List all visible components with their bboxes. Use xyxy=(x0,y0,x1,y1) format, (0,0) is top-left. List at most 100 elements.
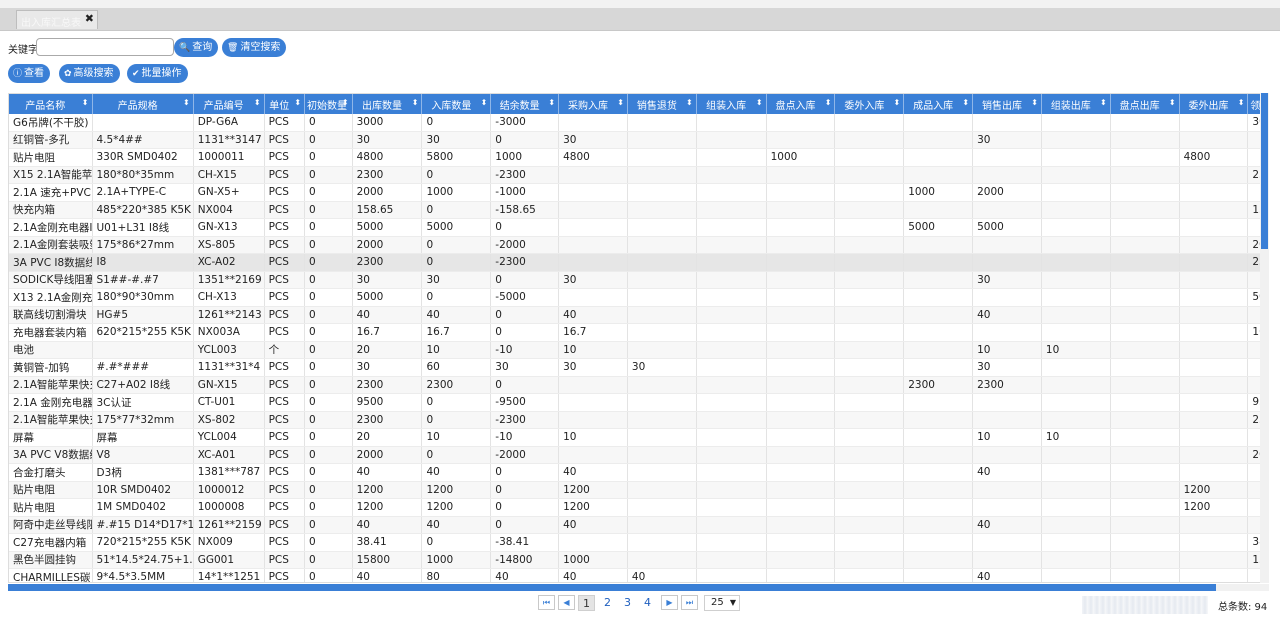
table-cell: 1131**3147 xyxy=(193,131,265,149)
horizontal-scroll-thumb[interactable] xyxy=(8,584,1216,591)
sort-icon[interactable]: ⬍ xyxy=(342,98,349,107)
table-row[interactable]: 2.1A智能苹果快充 175*77*32mm XS-802 PCS 0 2300 0 -230… xyxy=(9,411,1268,429)
page-2[interactable]: 2 xyxy=(599,595,616,611)
column-header[interactable]: 成品入库 ⬍ xyxy=(903,94,974,114)
next-page-button[interactable]: ▶ xyxy=(661,595,678,610)
horizontal-scrollbar[interactable] xyxy=(8,584,1269,591)
sort-icon[interactable]: ⬍ xyxy=(1169,98,1176,107)
table-row[interactable]: 贴片电阻 10R SMD0402 1000012 PCS 0 1200 1200 0 1200 1… xyxy=(9,481,1268,499)
column-header[interactable]: 盘点入库 ⬍ xyxy=(766,94,836,114)
table-row[interactable]: 联高线切割滑块 HG#5 1261**2143 PCS 0 40 40 0 40 40 xyxy=(9,306,1268,324)
column-header[interactable]: 委外入库 ⬍ xyxy=(834,94,905,114)
table-row[interactable]: 2.1A智能苹果快充 C27+A02 I8线 GN-X15 PCS 0 2300 2300 0… xyxy=(9,376,1268,394)
table-row[interactable]: 电池 YCL003 个 0 20 10 -10 10 10 10 xyxy=(9,341,1268,359)
sort-icon[interactable]: ⬍ xyxy=(183,98,190,107)
table-row[interactable]: 3A PVC V8数据线V8XC-A01PCS020000-20002000 xyxy=(9,446,1268,464)
table-cell xyxy=(766,236,836,254)
column-header[interactable]: 产品规格 ⬍ xyxy=(92,94,194,114)
column-header[interactable]: 单位 ⬍ xyxy=(264,94,306,114)
table-row[interactable]: 黑色半圆挂钩 51*14.5*24.75+1.5r GG001 PCS 0 15800 10… xyxy=(9,551,1268,569)
table-cell: -2000 xyxy=(490,446,560,464)
vertical-scroll-thumb[interactable] xyxy=(1261,93,1268,249)
page-size-select[interactable]: 25 ▼ xyxy=(704,595,740,611)
sort-icon[interactable]: ⬍ xyxy=(1100,98,1107,107)
sort-icon[interactable]: ⬍ xyxy=(1238,98,1245,107)
sort-icon[interactable]: ⬍ xyxy=(756,98,763,107)
table-cell xyxy=(766,376,836,394)
sort-icon[interactable]: ⬍ xyxy=(481,98,488,107)
table-row[interactable]: 2.1A 速充+PVC T 2.1A+TYPE-C GN-X5+ PCS 0 2000 10… xyxy=(9,183,1268,202)
table-row[interactable]: 快充内箱 485*220*385 K5K NX004 PCS 0 158.65 0 -158.… xyxy=(9,201,1268,219)
last-page-button[interactable]: ⏭ xyxy=(681,595,698,610)
sort-icon[interactable]: ⬍ xyxy=(82,98,89,107)
table-cell xyxy=(1179,376,1249,394)
close-icon[interactable]: ✖ xyxy=(85,12,94,25)
page-4[interactable]: 4 xyxy=(639,595,656,611)
table-row[interactable]: 黄铜管-加钨 #.#*### 1131**31*4 PCS 0 30 60 30 30 30 30 xyxy=(9,358,1268,377)
vertical-scrollbar[interactable] xyxy=(1260,93,1269,583)
column-header[interactable]: 采购入库 ⬍ xyxy=(558,94,628,114)
tab-summary[interactable]: 出入库汇总表 ✖ xyxy=(16,10,98,29)
table-row[interactable]: 2.1A金刚充电器I8 U01+L31 I8线 GN-X13 PCS 0 5000 5000… xyxy=(9,218,1268,237)
table-row[interactable]: G6吊牌(不干胶)DP-G6APCS030000-30003000 xyxy=(9,114,1268,132)
table-row[interactable]: 贴片电阻 1M SMD0402 1000008 PCS 0 1200 1200 0 1200 12… xyxy=(9,498,1268,517)
advanced-search-button[interactable]: ✿ 高级搜索 xyxy=(59,64,120,83)
column-header[interactable]: 初始数量 ⬍ xyxy=(304,94,353,114)
column-header[interactable]: 销售退货 ⬍ xyxy=(627,94,697,114)
first-page-button[interactable]: ⏮ xyxy=(538,595,555,610)
table-row[interactable]: C27充电器内箱 720*215*255 K5K NX009 PCS 0 38.41 0 -3… xyxy=(9,533,1268,552)
page-3[interactable]: 3 xyxy=(619,595,636,611)
table-row[interactable]: 贴片电阻 330R SMD0402 1000011 PCS 0 4800 5800 1000 4… xyxy=(9,148,1268,167)
column-header[interactable]: 出库数量 ⬍ xyxy=(352,94,423,114)
table-row[interactable]: 2.1A 金刚充电器3C认证CT-U01PCS095000-95009500 xyxy=(9,393,1268,412)
table-cell xyxy=(903,271,974,289)
sort-icon[interactable]: ⬍ xyxy=(962,98,969,107)
sort-icon[interactable]: ⬍ xyxy=(894,98,901,107)
table-row[interactable]: 阿奇中走丝导线阻#.#15 D14*D17*17H1261**2159PCS04… xyxy=(9,516,1268,534)
sort-icon[interactable]: ⬍ xyxy=(1031,98,1038,107)
table-row[interactable]: X15 2.1A智能苹果180*80*35mmCH-X15PCS023000-2… xyxy=(9,166,1268,184)
table-row[interactable]: 充电器套装内箱 620*215*255 K5K NX003A PCS 0 16.7 16.7… xyxy=(9,323,1268,342)
table-row[interactable]: 屏幕 屏幕 YCL004 PCS 0 20 10 -10 10 10 10 xyxy=(9,428,1268,447)
batch-operation-button[interactable]: ✔ 批量操作 xyxy=(127,64,188,83)
table-cell xyxy=(903,481,974,499)
prev-page-button[interactable]: ◀ xyxy=(558,595,575,610)
table-row[interactable]: 红铜管-多孔 4.5*4## 1131**3147 PCS 0 30 30 0 30 30 xyxy=(9,131,1268,149)
table-cell xyxy=(834,551,905,569)
sort-icon[interactable]: ⬍ xyxy=(294,98,301,107)
table-row[interactable]: CHARMILLES碳 9*4.5*3.5MM 14*1**1251 PCS 0 40 80… xyxy=(9,568,1268,582)
column-header[interactable]: 组装出库 ⬍ xyxy=(1041,94,1111,114)
table-row[interactable]: 合金打磨头 D3柄 1381***787 PCS 0 40 40 0 40 40 xyxy=(9,463,1268,482)
table-cell xyxy=(627,446,697,464)
sort-icon[interactable]: ⬍ xyxy=(825,98,832,107)
column-header[interactable]: 盘点出库 ⬍ xyxy=(1110,94,1180,114)
table-row[interactable]: SODICK导线阻塞 S1##-#.#7 1351**2169 PCS 0 30 30 0 30… xyxy=(9,271,1268,289)
column-header[interactable]: 产品名称 ⬍ xyxy=(9,94,93,114)
sort-icon[interactable]: ⬍ xyxy=(254,98,261,107)
table-cell xyxy=(1179,411,1249,429)
column-header[interactable]: 组装入库 ⬍ xyxy=(696,94,767,114)
table-cell xyxy=(1110,481,1180,499)
column-header[interactable]: 产品编号 ⬍ xyxy=(193,94,265,114)
view-button[interactable]: ⓘ 查看 xyxy=(8,64,51,83)
clear-search-button[interactable]: 🗑 清空搜索 xyxy=(222,38,287,57)
search-input[interactable] xyxy=(36,38,174,56)
table-row[interactable]: 3A PVC I8数据线I8XC-A02PCS023000-23002300 xyxy=(9,253,1268,272)
table-cell xyxy=(696,114,767,132)
sort-icon[interactable]: ⬍ xyxy=(412,98,419,107)
query-button[interactable]: 🔍 查询 xyxy=(174,38,219,57)
sort-icon[interactable]: ⬍ xyxy=(548,98,555,107)
table-cell xyxy=(766,358,836,377)
page-1[interactable]: 1 xyxy=(578,595,595,611)
table-cell: HG#5 xyxy=(92,306,194,324)
sort-icon[interactable]: ⬍ xyxy=(686,98,693,107)
column-header[interactable]: 销售出库 ⬍ xyxy=(972,94,1042,114)
table-cell xyxy=(766,393,836,412)
table-row[interactable]: 2.1A金刚套装吸塑 175*86*27mm XS-805 PCS 0 2000 0 -200… xyxy=(9,236,1268,254)
column-header[interactable]: 结余数量 ⬍ xyxy=(490,94,560,114)
column-header[interactable]: 入库数量 ⬍ xyxy=(421,94,492,114)
column-header[interactable]: 委外出库 ⬍ xyxy=(1179,94,1249,114)
table-cell: NX009 xyxy=(193,533,265,552)
table-row[interactable]: X13 2.1A金刚充电180*90*30mmCH-X13PCS050000-5… xyxy=(9,288,1268,307)
sort-icon[interactable]: ⬍ xyxy=(617,98,624,107)
